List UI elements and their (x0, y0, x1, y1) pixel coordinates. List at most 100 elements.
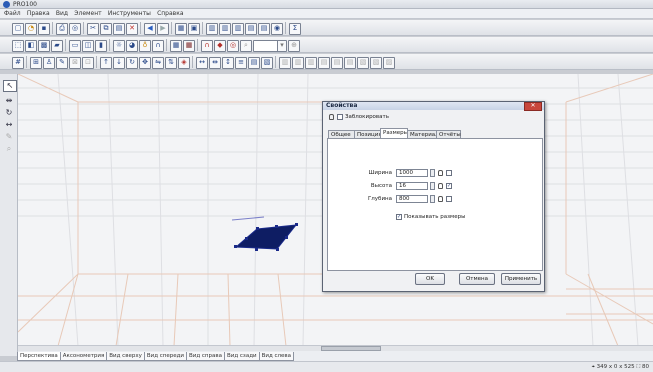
copy-icon[interactable]: ⧉ (100, 23, 112, 35)
depth-checkbox[interactable] (446, 196, 452, 202)
arrange2-icon[interactable]: ▥ (292, 57, 304, 69)
arrange8-icon[interactable]: ▧ (370, 57, 382, 69)
lock-checkbox[interactable] (337, 114, 343, 120)
preview-icon[interactable]: ◎ (69, 23, 81, 35)
tab-reports[interactable]: Отчёты (436, 130, 461, 138)
view-textured-icon[interactable]: ▩ (38, 40, 50, 52)
undo-icon[interactable]: ◀ (144, 23, 156, 35)
arrange3-icon[interactable]: ▥ (305, 57, 317, 69)
grid-dark-icon[interactable]: ▦ (183, 40, 195, 52)
tab-front[interactable]: Вид спереди (143, 352, 187, 361)
tab-back[interactable]: Вид сзади (224, 352, 260, 361)
height-checkbox[interactable]: ✓ (446, 183, 452, 189)
tab-axonometry[interactable]: Аксонометрия (59, 352, 108, 361)
arrange7-icon[interactable]: ▧ (357, 57, 369, 69)
align-center-icon[interactable]: ▥ (219, 23, 231, 35)
close-icon[interactable]: ✕ (524, 102, 542, 111)
menu-element[interactable]: Элемент (74, 10, 101, 17)
grid-icon[interactable]: ▦ (170, 40, 182, 52)
dimension-tool-icon[interactable]: ↔ (3, 120, 15, 130)
move-icon[interactable]: ✥ (139, 57, 151, 69)
delete-icon[interactable]: ✕ (126, 23, 138, 35)
view-box-icon[interactable]: ⬚ (12, 40, 24, 52)
tab-perspective[interactable]: Перспектива (17, 352, 61, 361)
height-input[interactable]: 16 (396, 182, 428, 190)
snap-target-icon[interactable]: ◎ (227, 40, 239, 52)
tab-top[interactable]: Вид сверху (106, 352, 145, 361)
snap-icon[interactable]: ◈ (178, 57, 190, 69)
rotate-icon[interactable]: ↻ (126, 57, 138, 69)
open-icon[interactable]: ◔ (25, 23, 37, 35)
menu-tools[interactable]: Инструменты (108, 10, 151, 17)
align-left-icon[interactable]: ▥ (206, 23, 218, 35)
view-outline-icon[interactable]: ◫ (82, 40, 94, 52)
tab-right[interactable]: Вид справа (186, 352, 225, 361)
magnet-snap-icon[interactable]: ∩ (201, 40, 213, 52)
depth-input[interactable]: 800 (396, 195, 428, 203)
dim-table-icon[interactable]: ▤ (248, 57, 260, 69)
tab-material[interactable]: Материал (407, 130, 439, 138)
camera-icon[interactable]: ◕ (126, 40, 138, 52)
arrange9-icon[interactable]: ▨ (383, 57, 395, 69)
dim-stack-icon[interactable]: ≡ (235, 57, 247, 69)
align-right-icon[interactable]: ▥ (232, 23, 244, 35)
redo-icon[interactable]: ▶ (157, 23, 169, 35)
tab-position[interactable]: Позиция (354, 130, 382, 138)
rotate-tool-icon[interactable]: ↻ (3, 108, 15, 118)
arrange6-icon[interactable]: ▤ (344, 57, 356, 69)
library-icon[interactable]: ▣ (188, 23, 200, 35)
view-dark-icon[interactable]: ▮ (95, 40, 107, 52)
light-icon[interactable]: ☼ (113, 40, 125, 52)
pen-icon[interactable]: ✎ (56, 57, 68, 69)
new-icon[interactable]: ▢ (12, 23, 24, 35)
depth-spinner[interactable] (430, 195, 435, 203)
properties-icon[interactable]: ▦ (175, 23, 187, 35)
view-shaded-icon[interactable]: ▰ (51, 40, 63, 52)
align-middle-icon[interactable]: ▤ (258, 23, 270, 35)
save-icon[interactable]: ▪ (38, 23, 50, 35)
menu-file[interactable]: Файл (4, 10, 21, 17)
bulb-icon[interactable]: ♁ (139, 40, 151, 52)
dialog-titlebar[interactable]: Свойства ✕ (323, 102, 544, 111)
refresh-icon[interactable]: ◉ (271, 23, 283, 35)
view-wire-icon[interactable]: ▭ (69, 40, 81, 52)
group-icon[interactable]: ⊞ (30, 57, 42, 69)
arrange4-icon[interactable]: ▤ (318, 57, 330, 69)
arrow-up-icon[interactable]: ↑ (100, 57, 112, 69)
tab-left[interactable]: Вид слева (258, 352, 295, 361)
snap-point-icon[interactable]: ◆ (214, 40, 226, 52)
width-input[interactable]: 1000 (396, 169, 428, 177)
ungroup2-icon[interactable]: ⊡ (82, 57, 94, 69)
magnet-icon[interactable]: ∩ (152, 40, 164, 52)
tab-general[interactable]: Общее (328, 130, 355, 138)
arrange5-icon[interactable]: ▤ (331, 57, 343, 69)
width-checkbox[interactable] (446, 170, 452, 176)
grid-settings-icon[interactable]: # (12, 57, 24, 69)
dim-chart-icon[interactable]: ▧ (261, 57, 273, 69)
dim-h-icon[interactable]: ↔ (196, 57, 208, 69)
align-top-icon[interactable]: ▤ (245, 23, 257, 35)
paste-icon[interactable]: ▤ (113, 23, 125, 35)
mirror-icon[interactable]: ⇋ (152, 57, 164, 69)
dim-align-icon[interactable]: ⇹ (209, 57, 221, 69)
ok-button[interactable]: OK (415, 273, 445, 285)
pencil-tool-icon[interactable]: ✎ (3, 132, 15, 142)
view-solid-icon[interactable]: ◧ (25, 40, 37, 52)
flip-icon[interactable]: ⇅ (165, 57, 177, 69)
cancel-button[interactable]: Отмена (459, 273, 495, 285)
width-spinner[interactable] (430, 169, 435, 177)
sum-icon[interactable]: Σ (289, 23, 301, 35)
apply-button[interactable]: Применить (501, 273, 541, 285)
person-icon[interactable]: ♙ (43, 57, 55, 69)
menu-help[interactable]: Справка (157, 10, 183, 17)
show-dims-checkbox[interactable]: ✓ (396, 214, 402, 220)
ungroup-icon[interactable]: ⊠ (69, 57, 81, 69)
cut-icon[interactable]: ✂ (87, 23, 99, 35)
menu-edit[interactable]: Правка (27, 10, 50, 17)
select-arrow-icon[interactable]: ↖ (3, 80, 17, 92)
zoom-tool-icon[interactable]: ⌕ (3, 144, 15, 154)
arrow-down-icon[interactable]: ↓ (113, 57, 125, 69)
arrange1-icon[interactable]: ▥ (279, 57, 291, 69)
height-spinner[interactable] (430, 182, 435, 190)
print-icon[interactable]: ⎙ (56, 23, 68, 35)
